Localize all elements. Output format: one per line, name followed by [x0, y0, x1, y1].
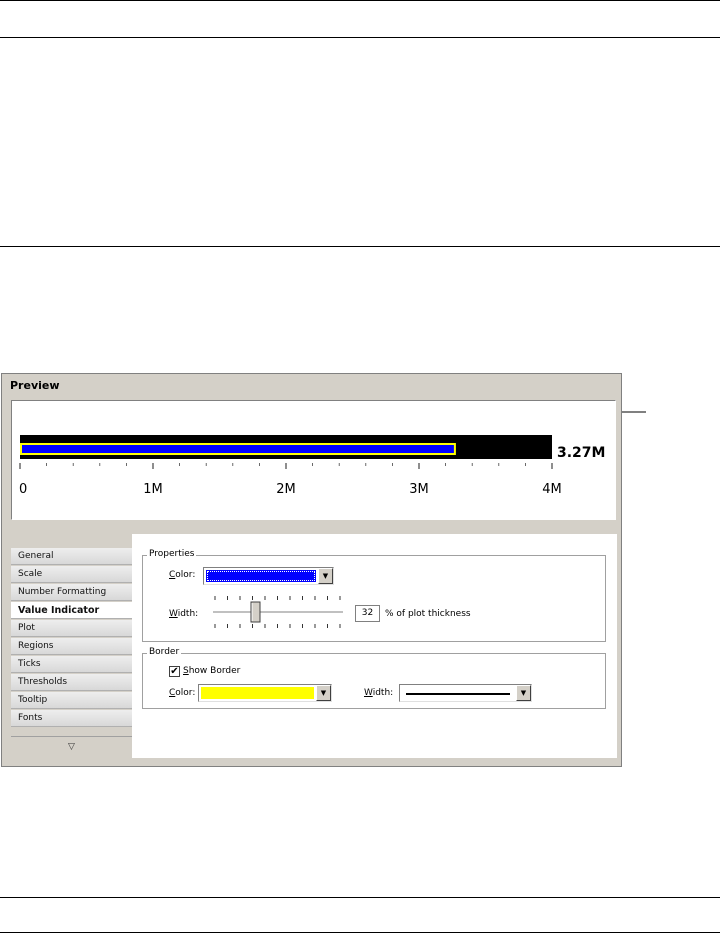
chevron-down-icon[interactable]: ▼ [318, 568, 333, 584]
nav-item-thresholds[interactable]: Thresholds [11, 674, 132, 691]
nav-item-ticks[interactable]: Ticks [11, 656, 132, 673]
indicator-color-label: Color: [169, 570, 196, 580]
indicator-color-dropdown[interactable]: ▼ [203, 567, 334, 585]
border-color-dropdown[interactable]: ▼ [198, 684, 332, 702]
preview-panel: 3.27M 0 1M 2M 3M 4M [11, 400, 616, 520]
properties-group-label: Properties [147, 549, 197, 559]
gauge-properties-dialog: Preview 3.27M 0 1M 2M 3M 4M General Scale Numb… [1, 373, 622, 767]
indicator-color-swatch [206, 570, 316, 582]
category-nav: General Scale Number Formatting Value Indic… [11, 534, 132, 758]
tick-label: 4M [542, 482, 562, 497]
footer-rule-2 [0, 932, 720, 933]
border-color-swatch [201, 687, 314, 699]
show-border-checkbox[interactable]: ✔ [169, 666, 180, 677]
indicator-width-label: Width: [169, 609, 199, 619]
nav-item-number-formatting[interactable]: Number Formatting [11, 584, 132, 601]
width-percent-input[interactable]: 32 [355, 605, 380, 622]
nav-item-plot[interactable]: Plot [11, 620, 132, 637]
border-width-dropdown[interactable]: ▼ [399, 684, 532, 702]
border-width-label: Width: [364, 688, 394, 698]
value-label: 3.27M [557, 445, 605, 461]
tick-label: 3M [409, 482, 429, 497]
nav-item-value-indicator[interactable]: Value Indicator [11, 602, 132, 619]
settings-panel: General Scale Number Formatting Value Indic… [11, 534, 617, 758]
scroll-down-icon[interactable]: ▽ [11, 736, 132, 758]
chevron-down-icon[interactable]: ▼ [516, 685, 531, 701]
border-group: Border ✔ Show Border Color: ▼ Width: ▼ [142, 647, 606, 709]
line-width-preview [402, 687, 514, 699]
border-group-label: Border [147, 647, 182, 657]
nav-item-fonts[interactable]: Fonts [11, 710, 132, 727]
nav-item-general[interactable]: General [11, 548, 132, 565]
nav-item-tooltip[interactable]: Tooltip [11, 692, 132, 709]
tick-label: 1M [143, 482, 163, 497]
top-rule [0, 0, 720, 1]
gauge-preview: 3.27M 0 1M 2M 3M 4M [19, 435, 605, 497]
show-border-label: Show Border [183, 666, 241, 676]
gauge-tick-labels: 0 1M 2M 3M 4M [19, 482, 562, 497]
indicator-width-slider[interactable] [211, 594, 347, 630]
nav-item-scale[interactable]: Scale [11, 566, 132, 583]
tick-label: 0 [19, 482, 27, 497]
value-indicator-bar [20, 443, 456, 455]
header-rule [0, 37, 720, 38]
preview-title: Preview [10, 379, 60, 392]
properties-group: Properties Color: ▼ Width: 32 % of plot … [142, 549, 606, 642]
section-rule [0, 246, 720, 247]
footer-rule-1 [0, 897, 720, 898]
gauge-ticks [19, 463, 553, 469]
chevron-down-icon[interactable]: ▼ [316, 685, 331, 701]
border-color-label: Color: [169, 688, 196, 698]
nav-item-regions[interactable]: Regions [11, 638, 132, 655]
width-suffix-label: % of plot thickness [385, 609, 471, 619]
tick-label: 2M [276, 482, 296, 497]
